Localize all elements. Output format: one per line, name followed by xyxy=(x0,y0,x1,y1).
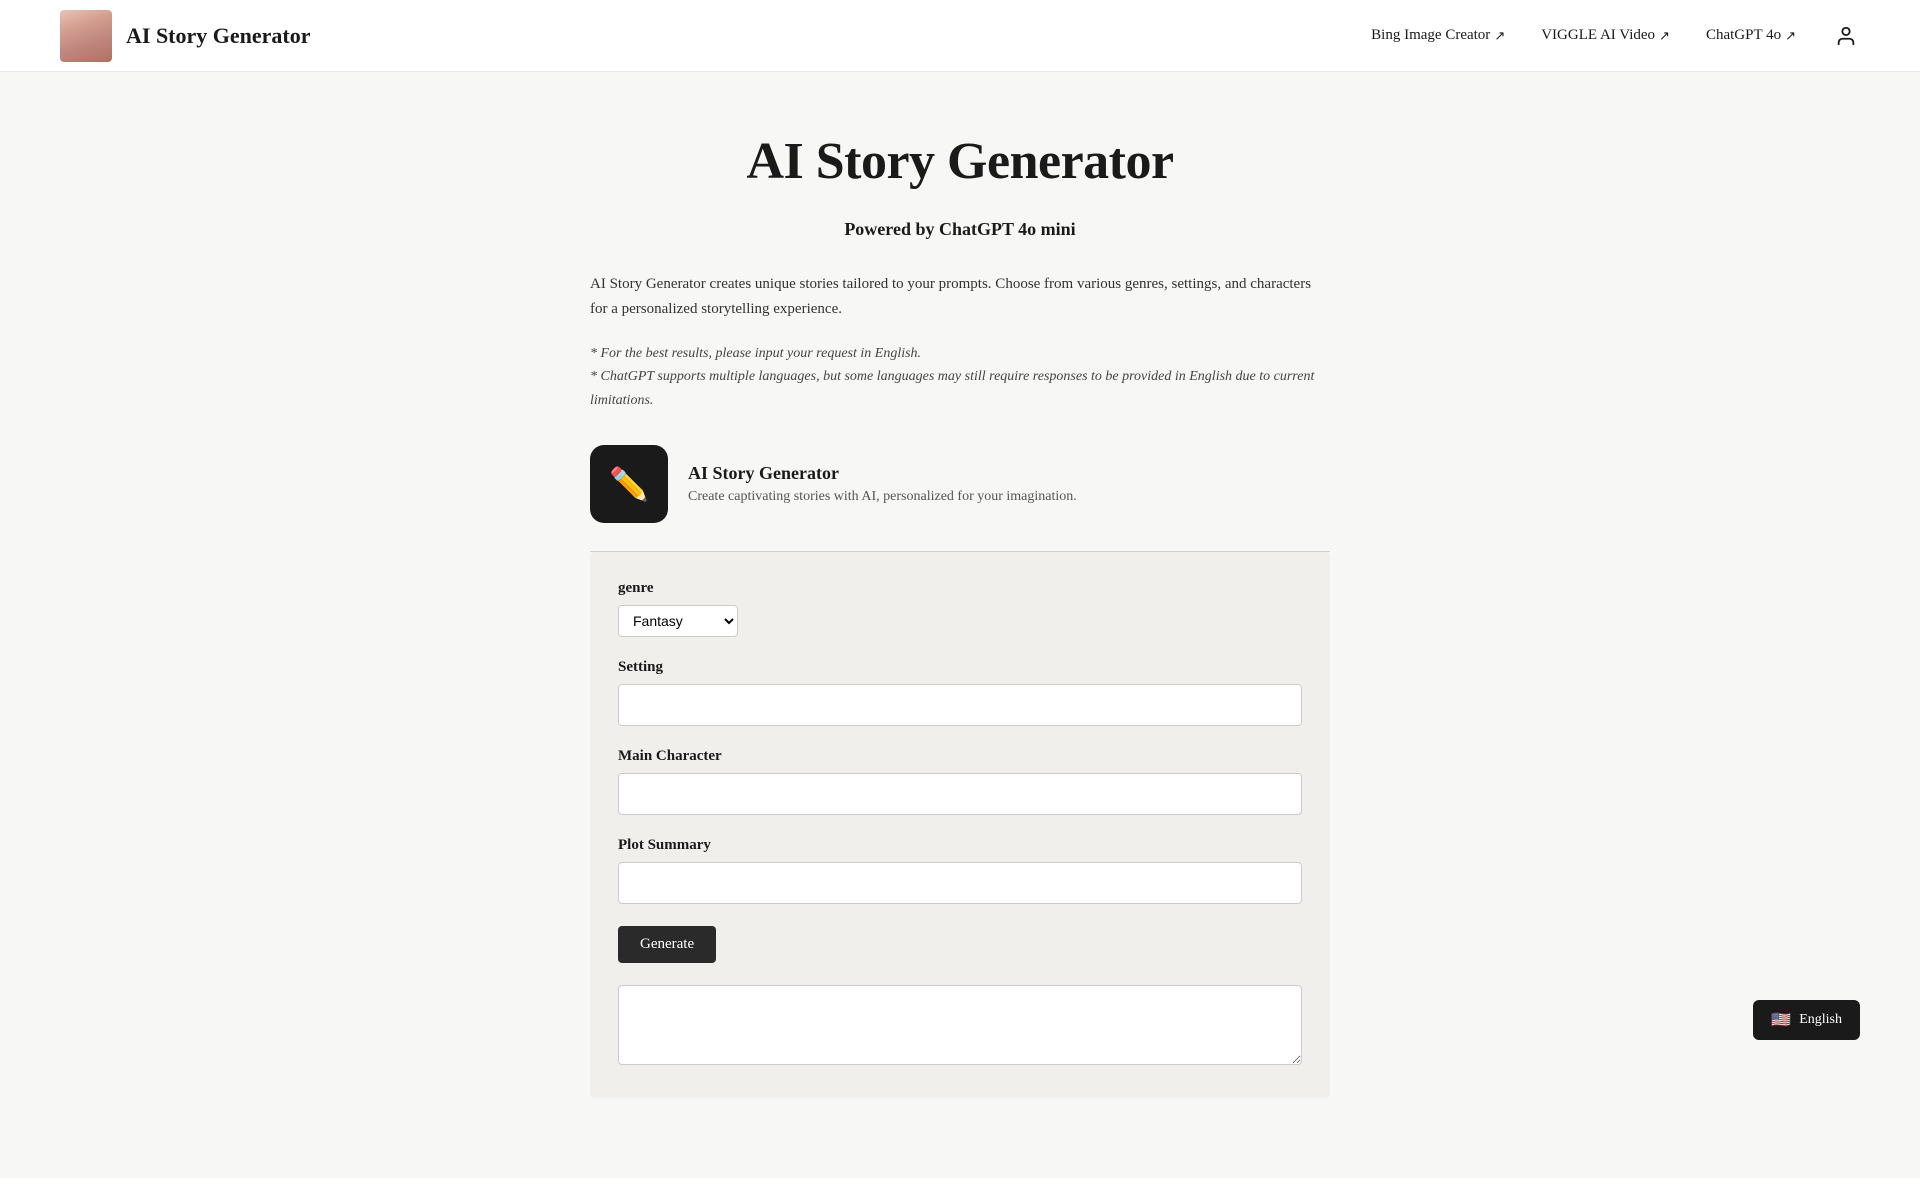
generate-button[interactable]: Generate xyxy=(618,926,716,963)
page-title: AI Story Generator xyxy=(590,132,1330,191)
external-link-icon: ↗ xyxy=(1494,28,1505,44)
brand-avatar xyxy=(60,10,112,62)
genre-select[interactable]: Fantasy Science Fiction Romance Horror M… xyxy=(618,605,738,637)
powered-by-label: Powered by ChatGPT 4o mini xyxy=(590,219,1330,240)
plot-label: Plot Summary xyxy=(618,837,1302,854)
description-text: AI Story Generator creates unique storie… xyxy=(590,272,1330,322)
header-brand: AI Story Generator xyxy=(60,10,311,62)
setting-group: Setting xyxy=(618,659,1302,726)
notes: * For the best results, please input you… xyxy=(590,342,1330,413)
app-card-text: AI Story Generator Create captivating st… xyxy=(688,463,1077,505)
story-form: genre Fantasy Science Fiction Romance Ho… xyxy=(590,552,1330,1098)
plot-group: Plot Summary xyxy=(618,837,1302,904)
bing-image-creator-link[interactable]: Bing Image Creator ↗ xyxy=(1371,27,1505,44)
viggle-ai-video-link[interactable]: VIGGLE AI Video ↗ xyxy=(1541,27,1670,44)
output-area[interactable] xyxy=(618,985,1302,1065)
user-icon[interactable] xyxy=(1832,22,1860,50)
note-line-1: * For the best results, please input you… xyxy=(590,346,921,361)
app-icon-box: ✏️ xyxy=(590,445,668,523)
character-input[interactable] xyxy=(618,773,1302,815)
app-card-description: Create captivating stories with AI, pers… xyxy=(688,489,1077,505)
character-label: Main Character xyxy=(618,748,1302,765)
plot-input[interactable] xyxy=(618,862,1302,904)
chatgpt-link[interactable]: ChatGPT 4o ↗ xyxy=(1706,27,1796,44)
note-line-2: * ChatGPT supports multiple languages, b… xyxy=(590,369,1314,408)
genre-group: genre Fantasy Science Fiction Romance Ho… xyxy=(618,580,1302,637)
setting-label: Setting xyxy=(618,659,1302,676)
flag-icon: 🇺🇸 xyxy=(1771,1010,1791,1030)
pencil-icon: ✏️ xyxy=(609,465,649,503)
app-card-name: AI Story Generator xyxy=(688,463,1077,484)
setting-input[interactable] xyxy=(618,684,1302,726)
app-card: ✏️ AI Story Generator Create captivating… xyxy=(590,445,1330,552)
language-badge[interactable]: 🇺🇸 English xyxy=(1753,1000,1860,1040)
external-link-icon: ↗ xyxy=(1659,28,1670,44)
external-link-icon: ↗ xyxy=(1785,28,1796,44)
main-content: AI Story Generator Powered by ChatGPT 4o… xyxy=(570,72,1350,1178)
character-group: Main Character xyxy=(618,748,1302,815)
language-label: English xyxy=(1799,1012,1842,1028)
genre-label: genre xyxy=(618,580,1302,597)
brand-title: AI Story Generator xyxy=(126,23,311,49)
header-nav: Bing Image Creator ↗ VIGGLE AI Video ↗ C… xyxy=(1371,22,1860,50)
header: AI Story Generator Bing Image Creator ↗ … xyxy=(0,0,1920,72)
